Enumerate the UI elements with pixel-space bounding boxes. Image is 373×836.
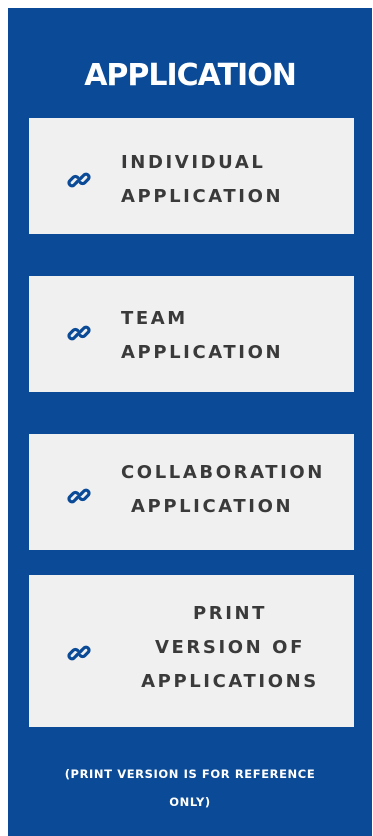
- individual-application-link[interactable]: INDIVIDUAL APPLICATION: [29, 118, 354, 234]
- link-icon: [67, 484, 91, 508]
- link-icon: [67, 321, 91, 345]
- application-panel: APPLICATION INDIVIDUAL APPLICATION TEAM …: [8, 8, 372, 836]
- note-line: (PRINT VERSION IS FOR REFERENCE: [64, 767, 316, 781]
- link-label-line: APPLICATION: [121, 186, 284, 207]
- link-label: TEAM APPLICATION: [121, 302, 283, 370]
- link-label-line: APPLICATIONS: [141, 671, 319, 692]
- note-line: ONLY): [169, 795, 211, 809]
- link-icon: [67, 168, 91, 192]
- print-version-link[interactable]: PRINT VERSION OF APPLICATIONS: [29, 575, 354, 727]
- link-label: COLLABORATION APPLICATION: [121, 456, 325, 524]
- link-label: INDIVIDUAL APPLICATION: [121, 146, 283, 214]
- link-label-line: APPLICATION: [131, 496, 294, 517]
- print-version-note: (PRINT VERSION IS FOR REFERENCE ONLY): [18, 760, 362, 816]
- link-label-line: TEAM: [121, 308, 188, 329]
- link-label-line: PRINT: [192, 603, 268, 624]
- panel-title: APPLICATION: [84, 58, 297, 93]
- link-label-line: APPLICATION: [121, 342, 284, 363]
- team-application-link[interactable]: TEAM APPLICATION: [29, 276, 354, 392]
- link-label-line: INDIVIDUAL: [121, 152, 266, 173]
- link-label-line: COLLABORATION: [121, 462, 325, 483]
- collaboration-application-link[interactable]: COLLABORATION APPLICATION: [29, 434, 354, 550]
- link-icon: [67, 641, 91, 665]
- link-label-line: VERSION OF: [155, 637, 305, 658]
- link-label: PRINT VERSION OF APPLICATIONS: [135, 597, 325, 699]
